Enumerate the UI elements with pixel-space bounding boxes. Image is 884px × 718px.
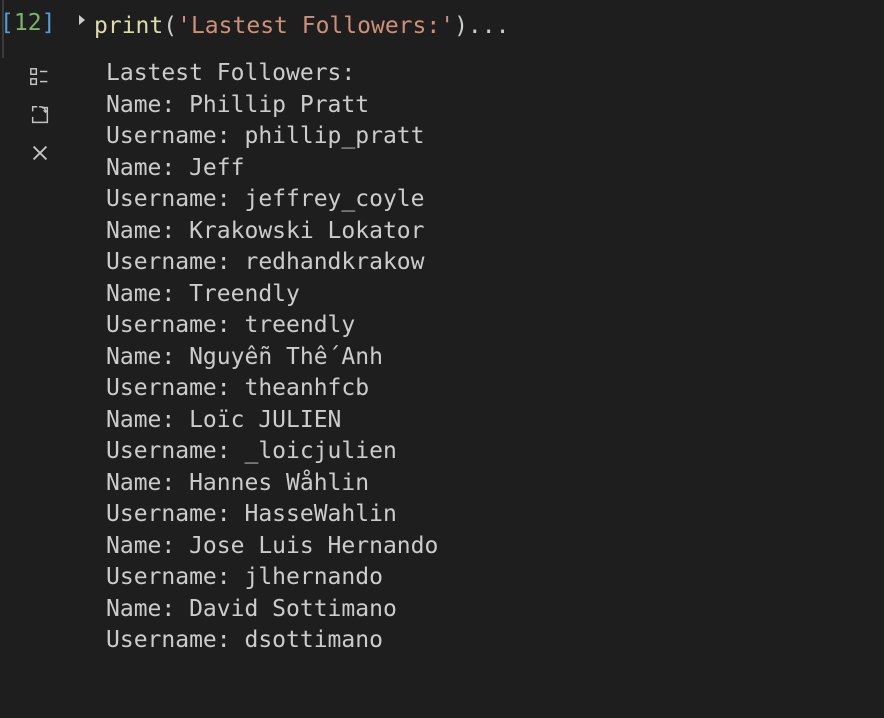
collapse-arrow-icon[interactable] xyxy=(74,0,94,58)
scroll-output-icon[interactable] xyxy=(29,66,51,88)
output-section: Lastest Followers: Name: Phillip Pratt U… xyxy=(0,58,884,657)
output-text: Lastest Followers: Name: Phillip Pratt U… xyxy=(52,58,884,657)
notebook-cell: [12] print('Lastest Followers:')... xyxy=(0,0,884,58)
output-toolbar xyxy=(0,58,52,657)
execution-count-label: [12] xyxy=(0,0,74,58)
code-line: print('Lastest Followers:')... xyxy=(94,10,884,42)
code-input-area[interactable]: print('Lastest Followers:')... xyxy=(94,0,884,58)
cell-gutter-bar xyxy=(2,0,4,58)
open-output-icon[interactable] xyxy=(29,104,51,126)
close-output-icon[interactable] xyxy=(29,142,51,164)
